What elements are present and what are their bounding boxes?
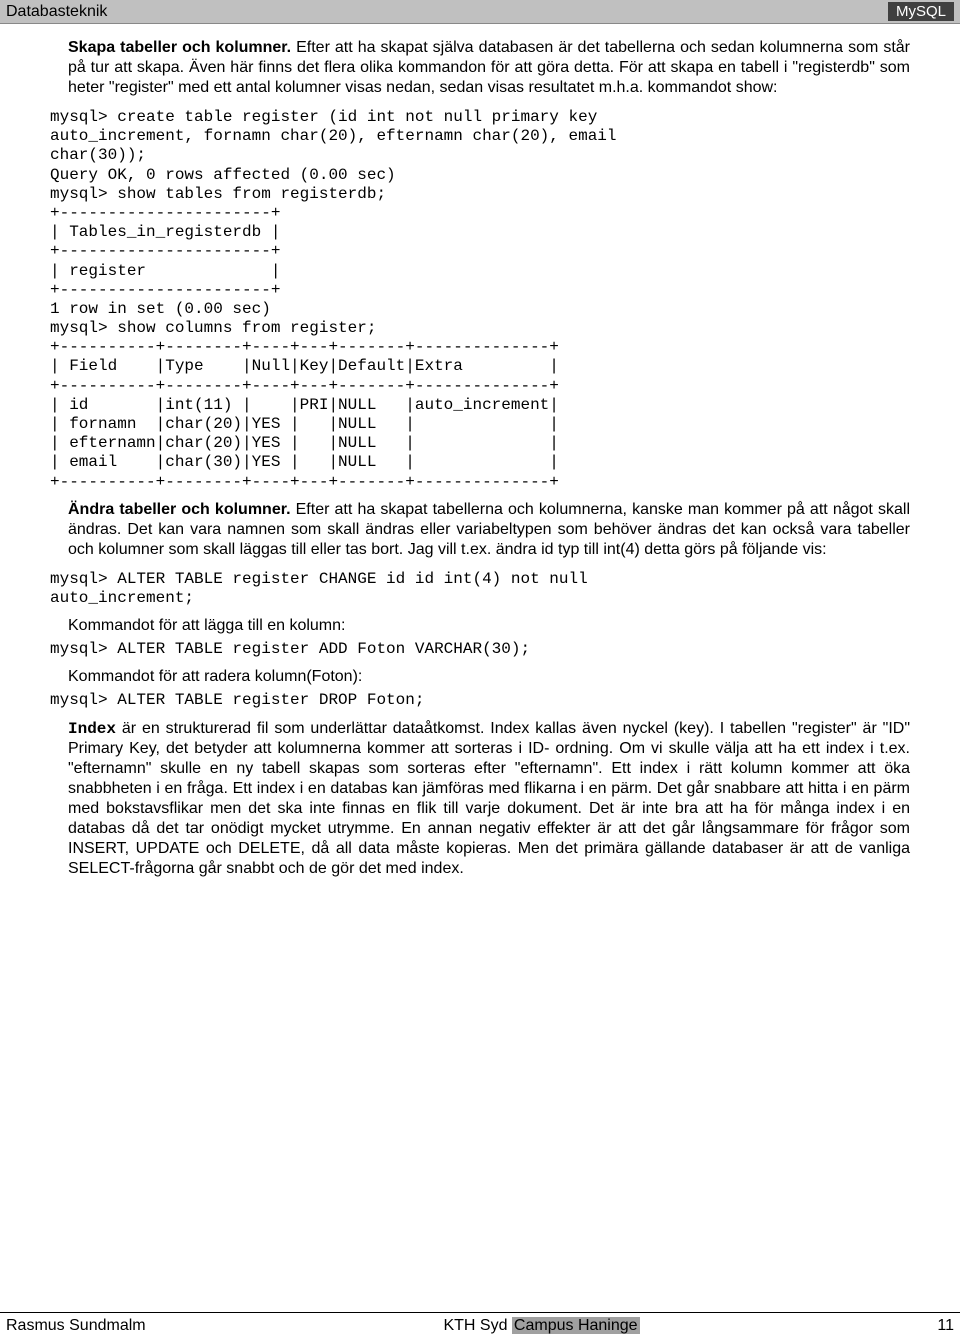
footer-center-highlight: Campus Haninge xyxy=(512,1317,640,1334)
code-block-add-column: mysql> ALTER TABLE register ADD Foton VA… xyxy=(50,640,910,659)
footer-author: Rasmus Sundmalm xyxy=(6,1317,146,1335)
section-title-alter: Ändra tabeller och kolumner. xyxy=(68,501,291,518)
page-footer: Rasmus Sundmalm KTH Syd Campus Haninge 1… xyxy=(0,1317,960,1335)
header-left: Databasteknik xyxy=(6,3,107,21)
page-header: Databasteknik MySQL xyxy=(0,0,960,24)
footer-institution: KTH Syd Campus Haninge xyxy=(146,1317,938,1335)
code-block-create-show: mysql> create table register (id int not… xyxy=(50,108,910,492)
paragraph-index: Index är en strukturerad fil som underlä… xyxy=(68,719,910,879)
footer-divider xyxy=(0,1312,960,1313)
code-block-drop-column: mysql> ALTER TABLE register DROP Foton; xyxy=(50,691,910,710)
page-content: Skapa tabeller och kolumner. Efter att h… xyxy=(0,24,960,879)
paragraph-alter-tables: Ändra tabeller och kolumner. Efter att h… xyxy=(68,500,910,560)
section-title-create: Skapa tabeller och kolumner. xyxy=(68,39,291,56)
section-title-index: Index xyxy=(68,720,116,738)
section-body-index: är en strukturerad fil som underlättar d… xyxy=(68,720,910,877)
paragraph-drop-column: Kommandot för att radera kolumn(Foton): xyxy=(68,667,910,687)
footer-center-plain: KTH Syd xyxy=(443,1317,511,1334)
code-block-alter-change: mysql> ALTER TABLE register CHANGE id id… xyxy=(50,570,910,608)
footer-page-number: 11 xyxy=(937,1317,954,1335)
header-right: MySQL xyxy=(888,2,954,21)
paragraph-create-tables: Skapa tabeller och kolumner. Efter att h… xyxy=(68,38,910,98)
paragraph-add-column: Kommandot för att lägga till en kolumn: xyxy=(68,616,910,636)
